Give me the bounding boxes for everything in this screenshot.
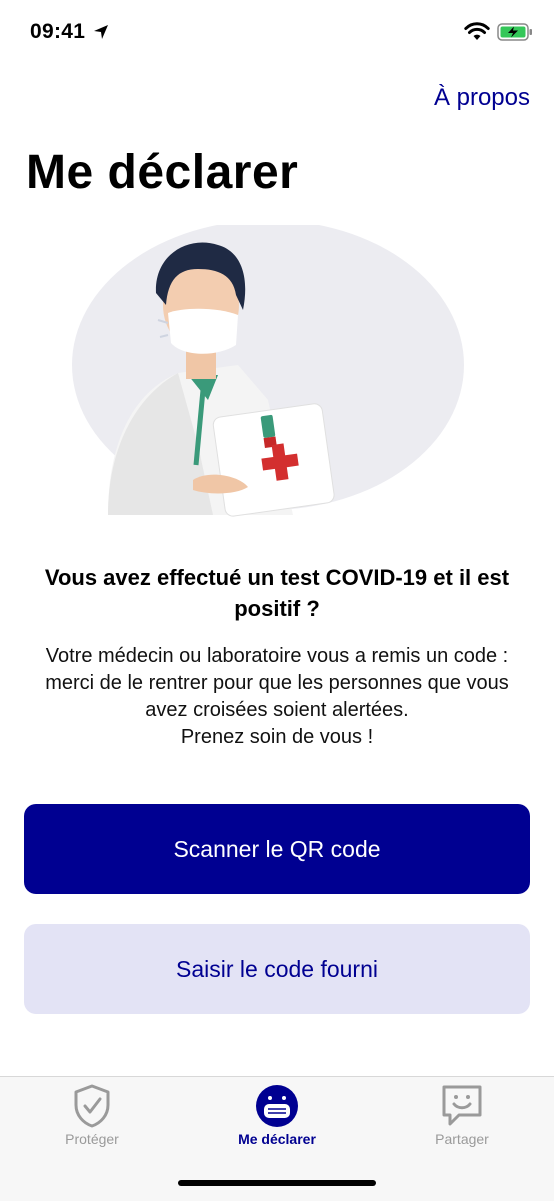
status-time: 09:41 [30,20,86,43]
tab-label: Partager [435,1131,489,1147]
tab-proteger[interactable]: Protéger [0,1077,184,1157]
explanation-paragraph: Votre médecin ou laboratoire vous a remi… [45,645,509,721]
enter-code-button[interactable]: Saisir le code fourni [24,924,530,1014]
about-link[interactable]: À propos [434,84,530,112]
tab-partager[interactable]: Partager [370,1077,554,1157]
shield-icon [74,1084,110,1128]
explanation-text: Votre médecin ou laboratoire vous a remi… [30,643,524,751]
question-heading: Vous avez effectué un test COVID-19 et i… [44,565,510,621]
tab-label: Protéger [65,1131,119,1147]
home-indicator [178,1180,376,1186]
tab-label: Me déclarer [238,1131,316,1147]
wifi-icon [464,22,490,40]
status-bar: 09:41 [0,0,554,66]
tab-me-declarer[interactable]: Me déclarer [185,1077,369,1157]
scan-qr-code-button[interactable]: Scanner le QR code [24,804,530,894]
doctor-illustration [72,225,464,517]
location-arrow-icon [94,25,108,39]
take-care-text: Prenez soin de vous ! [180,726,374,748]
page-title: Me déclarer [26,146,299,199]
mask-face-icon [256,1085,298,1127]
battery-icon [497,23,532,41]
chat-smile-icon [442,1085,482,1126]
